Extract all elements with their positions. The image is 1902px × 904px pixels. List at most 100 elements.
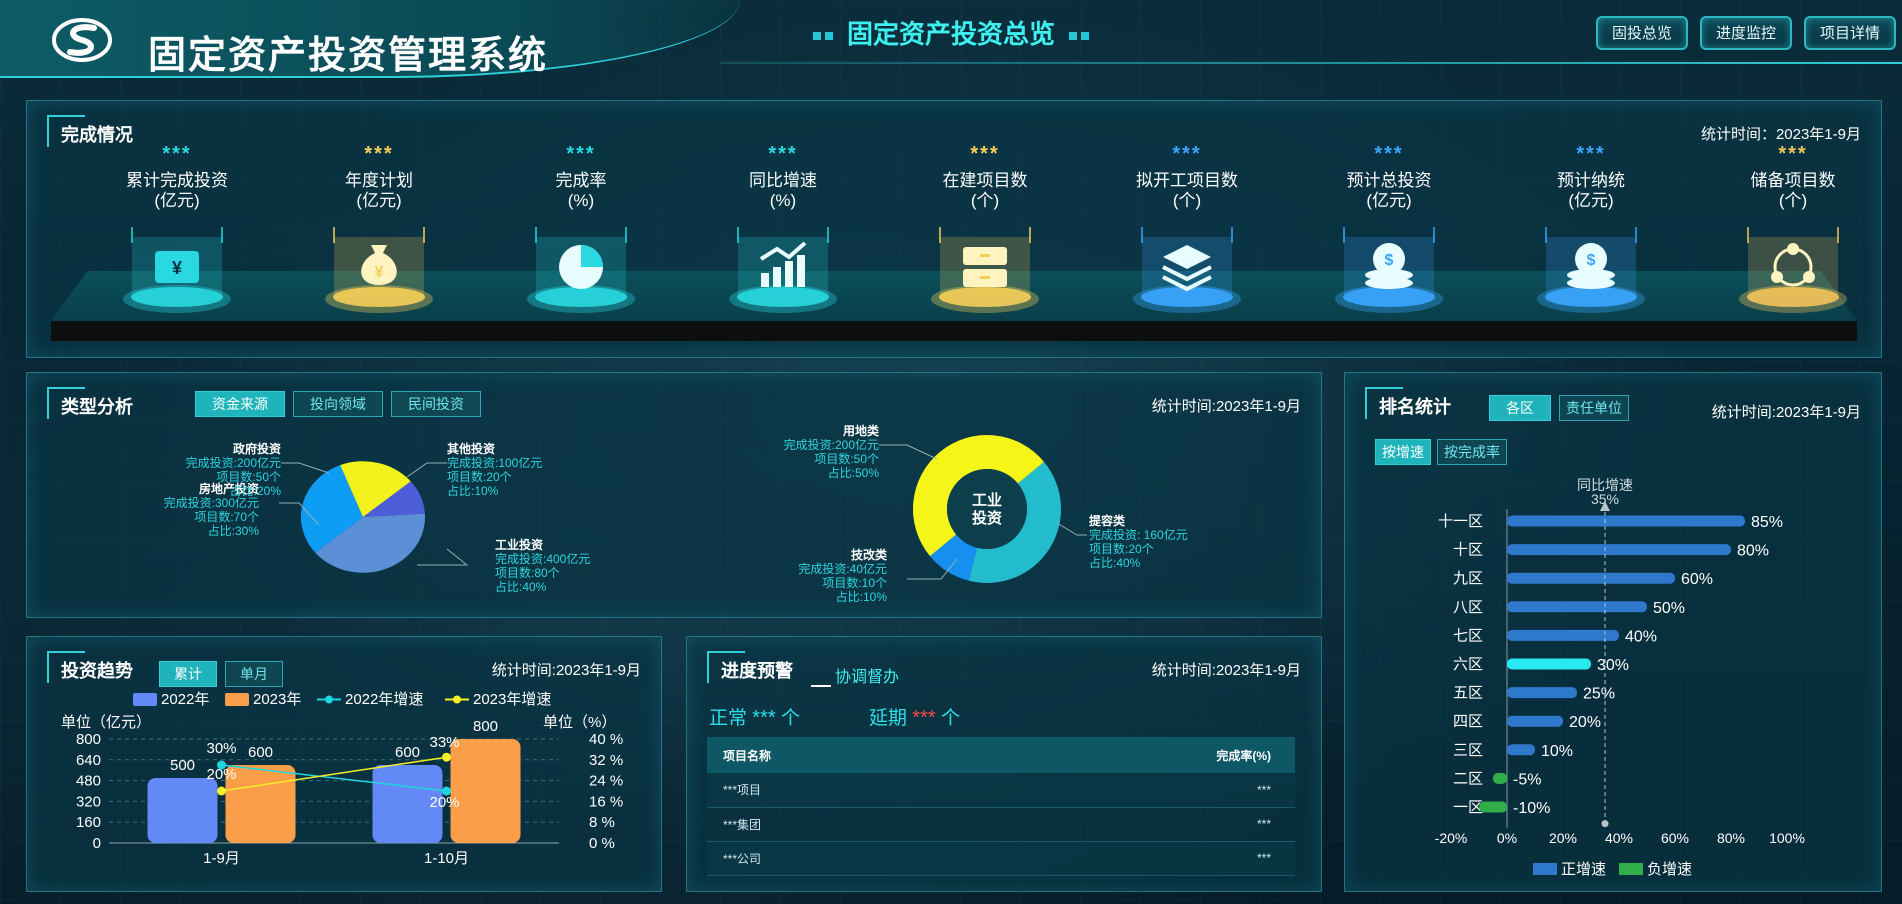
tab-coordination[interactable]: 协调督办 [835, 663, 899, 687]
growth-bar [785, 261, 793, 287]
nav-overview-button[interactable]: 固投总览 [1595, 16, 1688, 50]
donut-label-detail: 完成投资: 160亿元 [1089, 527, 1188, 542]
pie-leader-line [281, 462, 330, 474]
trend-unit-right: 单位（%） [543, 714, 616, 731]
pie-chart-fund-source: 工业投资完成投资:400亿元项目数:80个占比:40%房地产投资完成投资:300… [164, 441, 591, 594]
donut-label-detail: 项目数:10个 [822, 575, 887, 590]
ranking-category-label: 八区 [1453, 599, 1483, 616]
kpi-label: 累计完成投资 [126, 171, 228, 190]
trend-line-point [442, 752, 451, 762]
pie-leader-line [406, 462, 447, 478]
ranking-bar [1479, 801, 1507, 813]
pie-label-detail: 项目数:80个 [495, 565, 560, 580]
delay-label: 延期 [869, 708, 908, 729]
kpi-icon-stand [1739, 227, 1847, 313]
kpi-value: *** [768, 143, 798, 165]
normal-unit: 个 [780, 708, 800, 729]
ranking-value-label: -5% [1513, 771, 1541, 788]
growth-bar [773, 267, 781, 287]
kpi-platform-base [51, 321, 1857, 341]
trend-bar-label: 500 [170, 757, 195, 774]
trend-legend-marker [325, 695, 333, 704]
project-name-cell: ***项目 [707, 773, 977, 808]
bag-symbol: ¥ [375, 264, 384, 281]
nav-progress-button[interactable]: 进度监控 [1699, 16, 1792, 50]
trend-line-label: 33% [429, 734, 459, 751]
kpi-item: *** 拟开工项目数 (个) [1087, 143, 1287, 313]
kpi-unit: (%) [769, 191, 797, 210]
donut-label-detail: 完成投资:40亿元 [798, 561, 887, 576]
kpi-label: 年度计划 [345, 171, 413, 190]
kpi-value: *** [1172, 143, 1202, 165]
kpi-label: 预计总投资 [1346, 171, 1432, 190]
cycle-node [1771, 271, 1783, 283]
top-nav: 固投总览 进度监控 项目详情 [1595, 16, 1896, 50]
pie-label-name: 政府投资 [233, 441, 281, 456]
ranking-bar [1507, 687, 1577, 699]
trend-x-tick: 1-9月 [203, 850, 240, 867]
progress-stat-time: 统计时间:2023年1-9月 [1151, 662, 1301, 679]
kpi-value: *** [970, 143, 1000, 165]
kpi-item: *** 在建项目数 (个) [885, 143, 1085, 313]
ranking-category-label: 一区 [1453, 799, 1483, 816]
completion-panel: 完成情况 统计时间：2023年1-9月 *** 累计完成投资 (亿元) ¥ *** 年度计… [26, 100, 1882, 358]
cycle-node [1803, 271, 1815, 283]
coin-symbol: $ [1385, 252, 1394, 269]
ranking-category-label: 六区 [1453, 656, 1483, 673]
ranking-value-label: 60% [1681, 571, 1713, 588]
trend-bar-label: 600 [395, 744, 420, 761]
kpi-label: 完成率 [555, 171, 607, 190]
ranking-value-label: 50% [1653, 600, 1685, 617]
trend-bar-label: 800 [473, 718, 498, 735]
donut-label-detail: 占比:10% [836, 589, 888, 604]
kpi-label: 在建项目数 [942, 171, 1028, 190]
pie-slices [301, 461, 425, 573]
pie-label-detail: 占比:20% [230, 483, 282, 498]
progress-tab-underline [811, 685, 831, 687]
ranking-bar [1493, 772, 1507, 784]
table-row[interactable]: ***项目 *** [707, 773, 1295, 808]
trend-y2-tick: 32 % [589, 752, 623, 769]
column-completion-rate: 完成率(%) [976, 737, 1295, 773]
kpi-item: *** 累计完成投资 (亿元) ¥ [77, 143, 277, 313]
pie-label-detail: 占比:40% [495, 579, 547, 594]
kpi-value: *** [364, 143, 394, 165]
ranking-category-label: 九区 [1453, 570, 1483, 587]
ranking-bar [1507, 515, 1745, 527]
trend-legend-swatch [133, 693, 157, 706]
ranking-x-tick: -20% [1435, 830, 1468, 846]
nav-project-detail-button[interactable]: 项目详情 [1803, 16, 1896, 50]
coin-symbol: $ [1587, 252, 1596, 269]
trend-y2-tick: 40 % [589, 731, 623, 748]
donut-hole [947, 469, 1027, 549]
ranking-bar [1507, 572, 1675, 584]
kpi-unit: (亿元) [154, 191, 200, 210]
pie-label-detail: 项目数:20个 [447, 469, 512, 484]
delay-unit: 个 [940, 708, 960, 729]
table-row[interactable]: ***公司 *** [707, 841, 1295, 876]
kpi-item: *** 预计总投资 (亿元) $ [1289, 143, 1489, 313]
kpi-unit: (亿元) [1366, 191, 1412, 210]
kpi-value: *** [1576, 143, 1606, 165]
legend-positive-swatch [1533, 863, 1557, 875]
type-analysis-charts: 工业投资完成投资:400亿元项目数:80个占比:40%房地产投资完成投资:300… [164, 423, 1188, 604]
ranking-bar [1507, 715, 1563, 727]
kpi-icon-stand [931, 227, 1039, 313]
kpi-icon-stand: $ [1537, 227, 1645, 313]
kpi-icon-stand [729, 227, 837, 313]
trend-panel: 投资趋势 累计 单月 统计时间:2023年1-9月 2022年 2023年 2022… [26, 636, 662, 892]
ranking-bar [1507, 629, 1619, 641]
trend-legend-label: 2023年增速 [473, 691, 551, 708]
trend-y2-tick: 8 % [589, 814, 615, 831]
ranking-category-label: 十区 [1453, 542, 1483, 559]
kpi-icon-stand: ¥ [123, 227, 231, 313]
trend-legend-label: 2023年 [253, 691, 301, 708]
ranking-bar [1507, 601, 1647, 613]
kpi-unit: (亿元) [356, 191, 402, 210]
kpi-unit: (个) [1172, 191, 1202, 210]
kpi-unit: (亿元) [1568, 191, 1614, 210]
pie-icon [559, 245, 603, 289]
legend-negative-swatch [1619, 863, 1643, 875]
table-row[interactable]: ***集团 *** [707, 807, 1295, 842]
progress-title[interactable]: 进度预警 [707, 651, 793, 683]
